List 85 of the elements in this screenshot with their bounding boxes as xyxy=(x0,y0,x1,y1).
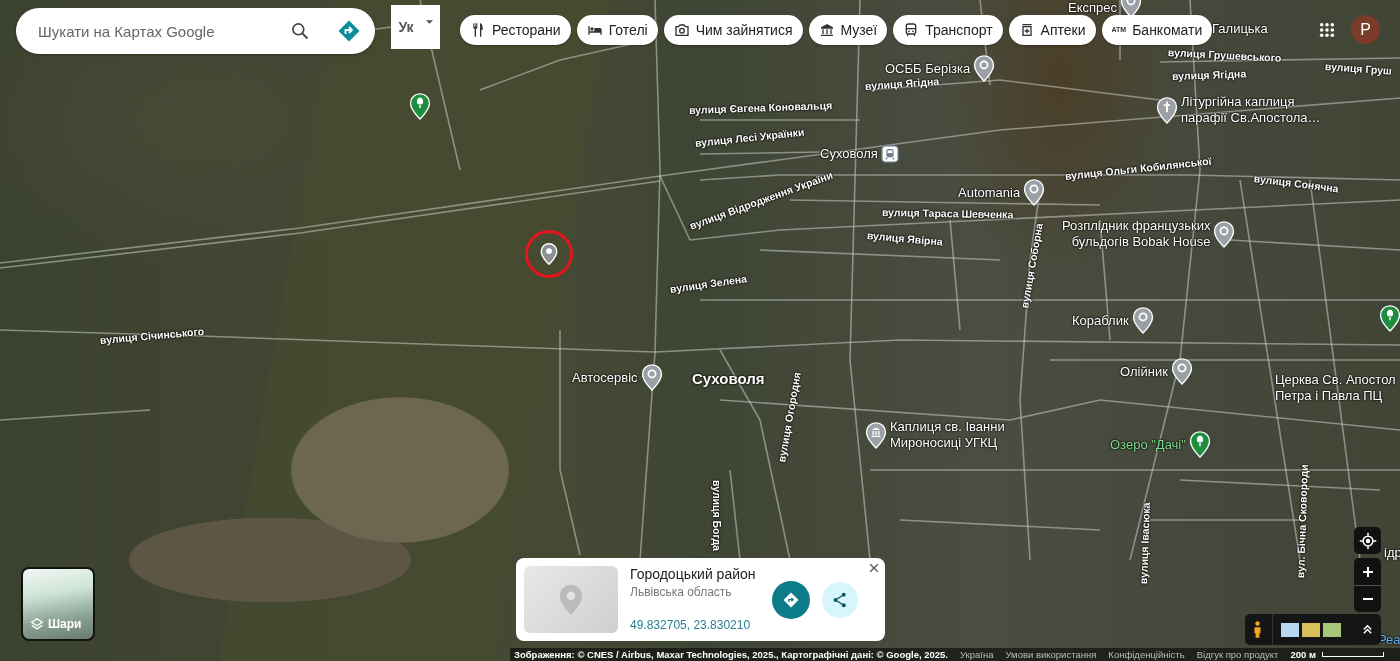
street-label: вулиця Ягідна xyxy=(864,74,940,92)
close-icon[interactable] xyxy=(869,563,879,573)
directions-button[interactable] xyxy=(772,580,810,619)
footer-link[interactable]: Конфіденційність xyxy=(1108,649,1185,660)
coordinates-link[interactable]: 49.832705, 23.830210 xyxy=(630,618,760,632)
map-type-thumbnails[interactable] xyxy=(1272,614,1341,645)
attribution-text: Зображення: © CNES / Airbus, Maxar Technologies, 2025., Картографічні дані: © Google, 2025. xyxy=(514,649,948,660)
map-pin-icon[interactable] xyxy=(1213,220,1236,248)
map-pin-icon[interactable] xyxy=(1131,307,1154,334)
place-label[interactable]: Automania xyxy=(958,184,1021,201)
footer-link[interactable]: Умови використання xyxy=(1005,649,1097,660)
category-chip[interactable]: Аптеки xyxy=(1008,14,1096,45)
place-label[interactable]: Розплідник французьких бульдогів Bobak House xyxy=(1062,218,1211,250)
footer-link[interactable]: Україна xyxy=(960,649,994,660)
street-label: вулиця Явірна xyxy=(866,229,944,248)
street-label: вулиця Сонячна xyxy=(1253,172,1340,195)
place-label[interactable]: Озеро "Дачі" xyxy=(1110,436,1186,453)
town-label: Суховоля xyxy=(692,371,765,387)
tree-pin-icon[interactable] xyxy=(409,93,431,120)
place-label[interactable]: Кораблик xyxy=(1072,312,1129,329)
street-label: вулиця Соборна xyxy=(1018,222,1045,310)
my-location-icon xyxy=(1358,531,1377,550)
place-title: Городоцький район xyxy=(630,566,757,582)
train-station-icon[interactable] xyxy=(880,145,899,163)
columns-pin-icon[interactable] xyxy=(865,421,887,449)
layers-icon xyxy=(30,617,44,631)
street-label: вулиця Євгена Коновальця xyxy=(688,99,833,116)
scale-bar xyxy=(1322,652,1384,657)
street-label: вулиця Лесі Українки xyxy=(694,125,805,149)
category-chip[interactable]: Чим зайнятися xyxy=(663,14,803,45)
museum-icon xyxy=(818,21,835,38)
category-chip[interactable]: Ресторани xyxy=(460,14,571,45)
category-chip[interactable]: Готелі xyxy=(576,14,658,45)
input-tools-button[interactable]: Ук xyxy=(391,5,440,49)
street-label: вулиця Огородня xyxy=(775,371,803,464)
place-label[interactable]: ОСББ Берізка xyxy=(885,60,971,77)
category-chip[interactable]: Транспорт xyxy=(893,14,1003,45)
zoom-in-button[interactable] xyxy=(1354,558,1381,585)
place-label[interactable]: Літургійна каплиця парафії Св.Апостола… xyxy=(1181,94,1321,126)
tree-pin-icon[interactable] xyxy=(1188,431,1211,458)
place-label[interactable]: Експрес xyxy=(1068,0,1117,16)
search-icon[interactable] xyxy=(290,21,310,41)
street-label: вулиця Січинського xyxy=(99,324,205,346)
street-label: вулиця Грушевського xyxy=(1167,46,1282,64)
place-subtitle: Львівська область xyxy=(630,585,733,599)
place-label[interactable]: Автосервіс xyxy=(572,369,638,386)
street-label: вулиця Івасюка xyxy=(1137,502,1152,585)
map-label: Церква Св. Апостол Петра і Павла ПЦ xyxy=(1275,372,1396,404)
plus-icon xyxy=(1361,565,1374,578)
street-label: вулиця Груш xyxy=(1324,60,1393,77)
caret-icon[interactable] xyxy=(425,19,434,25)
map-pin-icon[interactable] xyxy=(973,55,996,82)
account-avatar[interactable]: P xyxy=(1351,15,1380,44)
tree-pin-icon[interactable] xyxy=(1379,305,1400,332)
street-label: вулиця Ягідна xyxy=(1171,67,1247,82)
camera-icon xyxy=(673,21,690,38)
directions-icon[interactable] xyxy=(337,19,361,43)
scale-label: 200 м xyxy=(1290,649,1316,660)
search-field[interactable]: Шукати на Картах Google xyxy=(16,8,375,54)
street-label: вул. Бічна Сковороди xyxy=(1294,464,1310,579)
my-location-button[interactable] xyxy=(1354,527,1381,554)
map-pin-icon[interactable] xyxy=(1170,358,1193,385)
pegman-icon[interactable] xyxy=(1253,620,1262,639)
apps-grid-icon[interactable] xyxy=(1319,21,1335,38)
satellite-imagery[interactable] xyxy=(0,0,1400,661)
share-icon xyxy=(831,590,849,609)
expand-icon[interactable] xyxy=(1362,624,1373,635)
church-pin-icon[interactable] xyxy=(1156,96,1178,124)
map-label: Галицька xyxy=(1212,21,1268,37)
place-label[interactable]: Олійник xyxy=(1120,363,1168,380)
map-pin-icon xyxy=(540,243,558,265)
street-label: вулиця Ольги Кобилянської xyxy=(1064,154,1212,182)
map-pin-icon[interactable] xyxy=(1023,179,1046,206)
place-label[interactable]: Каплиця св. Іванни Мироносиці УГКЦ xyxy=(890,419,1005,451)
category-chip[interactable]: Музеї xyxy=(808,14,888,45)
street-label: вулиця Зелена xyxy=(669,272,748,295)
share-button[interactable] xyxy=(822,581,858,618)
map-pin-icon[interactable] xyxy=(640,364,663,391)
zoom-out-button[interactable] xyxy=(1354,585,1381,612)
selected-location-marker[interactable] xyxy=(525,230,573,278)
restaurant-icon xyxy=(470,21,486,38)
footer-link[interactable]: Відгук про продукт xyxy=(1196,649,1279,660)
street-label: вулиця Богда xyxy=(711,480,723,551)
place-label[interactable]: Суховоля xyxy=(820,146,878,162)
street-label: вулиця Тараса Шевченка xyxy=(881,206,1014,221)
